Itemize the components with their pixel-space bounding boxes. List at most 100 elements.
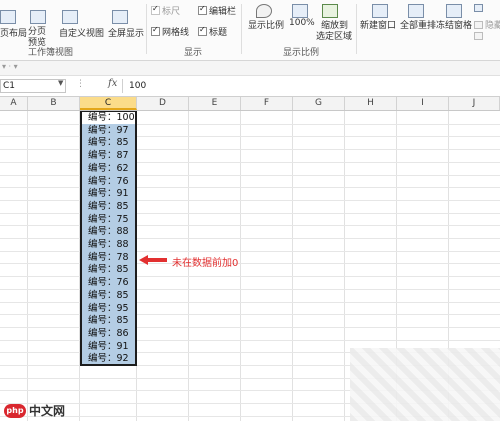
group-separator: [146, 4, 147, 54]
grid-row-line: [0, 289, 500, 290]
hide-icon: [474, 20, 483, 29]
grid-row-line: [0, 175, 500, 176]
gridlines-label: 网格线: [162, 28, 190, 38]
cell-c13[interactable]: 编号：85: [82, 264, 135, 276]
cell-c12[interactable]: 编号：78: [82, 252, 135, 264]
active-cell-c1[interactable]: 编号：100: [82, 112, 135, 124]
blurred-area: [350, 348, 500, 421]
grid-row-line: [0, 327, 500, 328]
zoom-100-button[interactable]: [292, 4, 308, 18]
full-screen-label: 全屏显示: [108, 29, 145, 39]
group-separator: [241, 4, 242, 54]
arrange-all-button[interactable]: [408, 4, 424, 18]
new-window-label: 新建窗口: [360, 21, 397, 31]
zoom-100-label: 100%: [289, 18, 315, 28]
name-box[interactable]: C1: [0, 79, 66, 93]
zoom-selection-icon: [322, 4, 338, 18]
column-header-j[interactable]: J: [449, 97, 500, 110]
page-layout-icon: [0, 10, 16, 24]
zoom-label: 显示比例: [248, 21, 285, 31]
headings-checkbox[interactable]: 标题: [198, 25, 227, 38]
cell-c14[interactable]: 编号：76: [82, 277, 135, 289]
ruler-check-icon: [151, 4, 160, 15]
group-separator: [356, 4, 357, 54]
custom-view-button[interactable]: [62, 10, 78, 24]
zoom-group-label: 显示比例: [283, 48, 320, 58]
cell-c11[interactable]: 编号：88: [82, 239, 135, 251]
formula-bar-resize-icon[interactable]: ⋮: [76, 79, 85, 89]
zoom-to-selection-button[interactable]: [322, 4, 338, 18]
grid-row-line: [0, 136, 500, 137]
freeze-panes-button[interactable]: [446, 4, 462, 18]
page-layout-button[interactable]: [0, 10, 16, 24]
split-button[interactable]: [474, 4, 483, 12]
cell-c5[interactable]: 编号：62: [82, 163, 135, 175]
grid-column-line: [240, 111, 241, 421]
headings-label: 标题: [209, 28, 228, 38]
ribbon-view-tab: 页布局 分页 预览 自定义视图 全屏显示 工作簿视图 标尺 编辑栏 网格线 标题…: [0, 0, 500, 61]
formula-input[interactable]: 100: [122, 79, 498, 93]
workbook-views-group-label: 工作簿视图: [28, 48, 74, 58]
ruler-label: 标尺: [162, 7, 181, 17]
hide-button[interactable]: 隐藏: [474, 18, 500, 31]
column-headers: ABCDEFGHIJ: [0, 97, 500, 111]
hide-label: 隐藏: [485, 21, 500, 31]
new-window-button[interactable]: [372, 4, 388, 18]
zoom-selection-label-line2: 选定区域: [316, 32, 353, 42]
grid-row-line: [0, 340, 500, 341]
page-break-icon: [30, 10, 46, 24]
magnifier-icon: [256, 4, 272, 18]
cell-c2[interactable]: 编号：97: [82, 125, 135, 137]
insert-function-button[interactable]: fx: [108, 78, 117, 89]
column-header-f[interactable]: F: [241, 97, 293, 110]
cell-c7[interactable]: 编号：91: [82, 188, 135, 200]
zoom-button[interactable]: [256, 4, 272, 18]
unhide-button[interactable]: [474, 32, 483, 40]
cell-c10[interactable]: 编号：88: [82, 226, 135, 238]
column-header-c[interactable]: C: [80, 97, 137, 110]
cell-c17[interactable]: 编号：85: [82, 315, 135, 327]
grid-row-line: [0, 263, 500, 264]
cell-c4[interactable]: 编号：87: [82, 150, 135, 162]
column-header-g[interactable]: G: [293, 97, 345, 110]
cell-c6[interactable]: 编号：76: [82, 176, 135, 188]
cell-c19[interactable]: 编号：91: [82, 341, 135, 353]
cell-c20[interactable]: 编号：92: [82, 353, 135, 365]
formula-bar-checkbox[interactable]: 编辑栏: [198, 4, 236, 17]
name-box-dropdown-icon[interactable]: ▼: [58, 79, 63, 87]
split-icon: [474, 4, 483, 12]
column-header-b[interactable]: B: [28, 97, 80, 110]
custom-view-icon: [62, 10, 78, 24]
grid-row-line: [0, 314, 500, 315]
column-header-i[interactable]: I: [397, 97, 449, 110]
site-watermark: php 中文网: [4, 402, 65, 419]
grid-row-line: [0, 187, 500, 188]
annotation-arrow-icon: [139, 255, 167, 265]
formula-bar-label: 编辑栏: [209, 7, 237, 17]
php-logo-icon: php: [4, 403, 26, 418]
cell-c9[interactable]: 编号：75: [82, 214, 135, 226]
page-break-preview-button[interactable]: [30, 10, 46, 24]
column-header-a[interactable]: A: [0, 97, 28, 110]
cell-c3[interactable]: 编号：85: [82, 137, 135, 149]
full-screen-button[interactable]: [112, 10, 128, 24]
cell-c15[interactable]: 编号：85: [82, 290, 135, 302]
cell-c16[interactable]: 编号：95: [82, 303, 135, 315]
freeze-panes-icon: [446, 4, 462, 18]
column-header-d[interactable]: D: [137, 97, 189, 110]
arrange-all-label: 全部重排: [400, 21, 437, 31]
formula-bar: C1 ▼ ⋮ fx 100: [0, 76, 500, 97]
custom-view-label: 自定义视图: [59, 29, 105, 39]
cell-c18[interactable]: 编号：86: [82, 328, 135, 340]
new-window-icon: [372, 4, 388, 18]
quick-access-dropdown-icon[interactable]: ▾ · ▾: [2, 62, 18, 71]
gridlines-checkbox[interactable]: 网格线: [151, 25, 189, 38]
unhide-icon: [474, 32, 483, 40]
ruler-checkbox[interactable]: 标尺: [151, 4, 180, 17]
column-header-e[interactable]: E: [189, 97, 241, 110]
gridlines-check-icon: [151, 25, 160, 36]
grid-row-line: [0, 302, 500, 303]
full-screen-icon: [112, 10, 128, 24]
cell-c8[interactable]: 编号：85: [82, 201, 135, 213]
column-header-h[interactable]: H: [345, 97, 397, 110]
